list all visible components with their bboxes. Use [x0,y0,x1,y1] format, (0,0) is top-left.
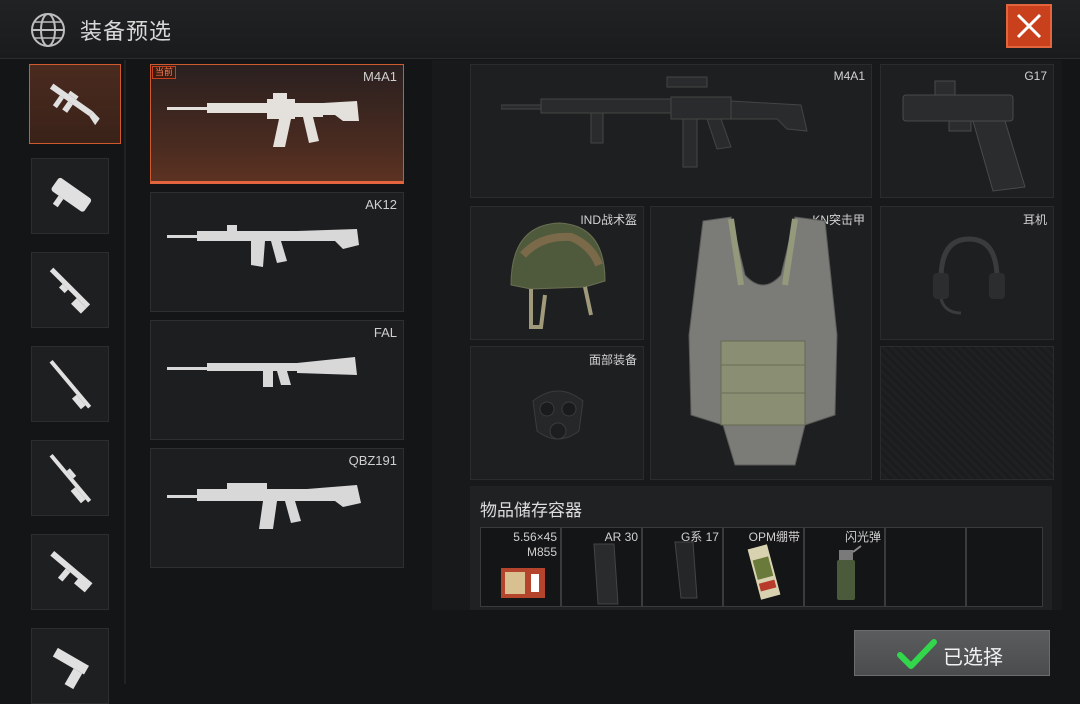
storage-item-g17-mag[interactable]: G系 17 [642,527,723,607]
item-label: 闪光弹 [844,530,881,544]
shotgun-icon [49,267,91,314]
assault-rifle-icon [49,83,100,126]
vest-image [688,216,838,466]
helmet-slot[interactable]: IND战术盔 [470,206,644,340]
weapon-name: FAL [373,325,397,340]
category-lmg[interactable] [31,534,109,610]
category-assault-rifle[interactable] [29,64,121,144]
category-sniper-rifle[interactable] [31,346,109,422]
weapon-name: M4A1 [363,69,397,84]
secondary-weapon-slot[interactable]: G17 [880,64,1054,198]
slot-label: 面部装备 [588,353,637,367]
sniper-rifle-icon [49,359,92,410]
close-icon [1016,13,1042,39]
weapon-list: 当前 M4A1 AK12 FAL QBZ191 [128,60,428,684]
category-shotgun[interactable] [31,252,109,328]
weapon-card-fal[interactable]: FAL [150,320,404,440]
smg-icon [51,177,92,212]
weapon-card-m4a1[interactable]: 当前 M4A1 [150,64,404,184]
page-title: 装备预选 [80,19,173,44]
armor-slot[interactable]: KN突击甲 [650,206,872,480]
marksman-rifle-icon [49,453,92,504]
helmet-image [510,222,606,329]
fal-silhouette [167,357,357,387]
empty-slot [880,346,1054,480]
category-smg[interactable] [31,158,109,234]
ak12-silhouette [167,225,359,267]
magazine-icon [593,543,619,605]
confirm-label: 已选择 [943,647,1003,669]
category-marksman-rifle[interactable] [31,440,109,516]
weapon-name: AK12 [365,197,397,212]
globe-icon [30,12,66,48]
pistol-icon [52,647,89,690]
storage-item-ar30-mag[interactable]: AR 30 [561,527,642,607]
checkmark-icon [897,639,937,669]
pistol-magazine-icon [674,541,698,599]
flashbang-icon [837,545,862,600]
m4a1-image [501,76,808,168]
storage-title: 物品储存容器 [480,501,582,520]
category-pistol[interactable] [31,628,109,704]
storage-item-empty[interactable] [966,527,1043,607]
slot-label: 耳机 [1022,213,1047,227]
storage-item-bandage[interactable]: OPM绷带 [723,527,804,607]
bandage-icon [747,544,781,600]
storage-item-empty[interactable] [885,527,966,607]
headset-icon [933,236,1005,315]
confirm-button[interactable]: 已选择 [854,630,1050,676]
item-label: 5.56×45 M855 [513,530,557,559]
g17-image [902,80,1026,192]
storage-item-ammo[interactable]: 5.56×45 M855 [480,527,561,607]
ammo-box-icon [501,568,545,598]
headset-slot[interactable]: 耳机 [880,206,1054,340]
close-button[interactable] [1006,4,1052,48]
gas-mask-icon [532,390,584,440]
weapon-card-ak12[interactable]: AK12 [150,192,404,312]
m4a1-silhouette [167,93,359,147]
weapon-card-qbz191[interactable]: QBZ191 [150,448,404,568]
current-badge: 当前 [152,66,177,79]
storage-item-flashbang[interactable]: 闪光弹 [804,527,885,607]
qbz191-silhouette [167,483,361,529]
weapon-category-list [28,60,126,704]
face-gear-slot[interactable]: 面部装备 [470,346,644,480]
lmg-icon [50,551,93,593]
primary-weapon-slot[interactable]: M4A1 [470,64,872,198]
weapon-name: QBZ191 [348,453,397,468]
